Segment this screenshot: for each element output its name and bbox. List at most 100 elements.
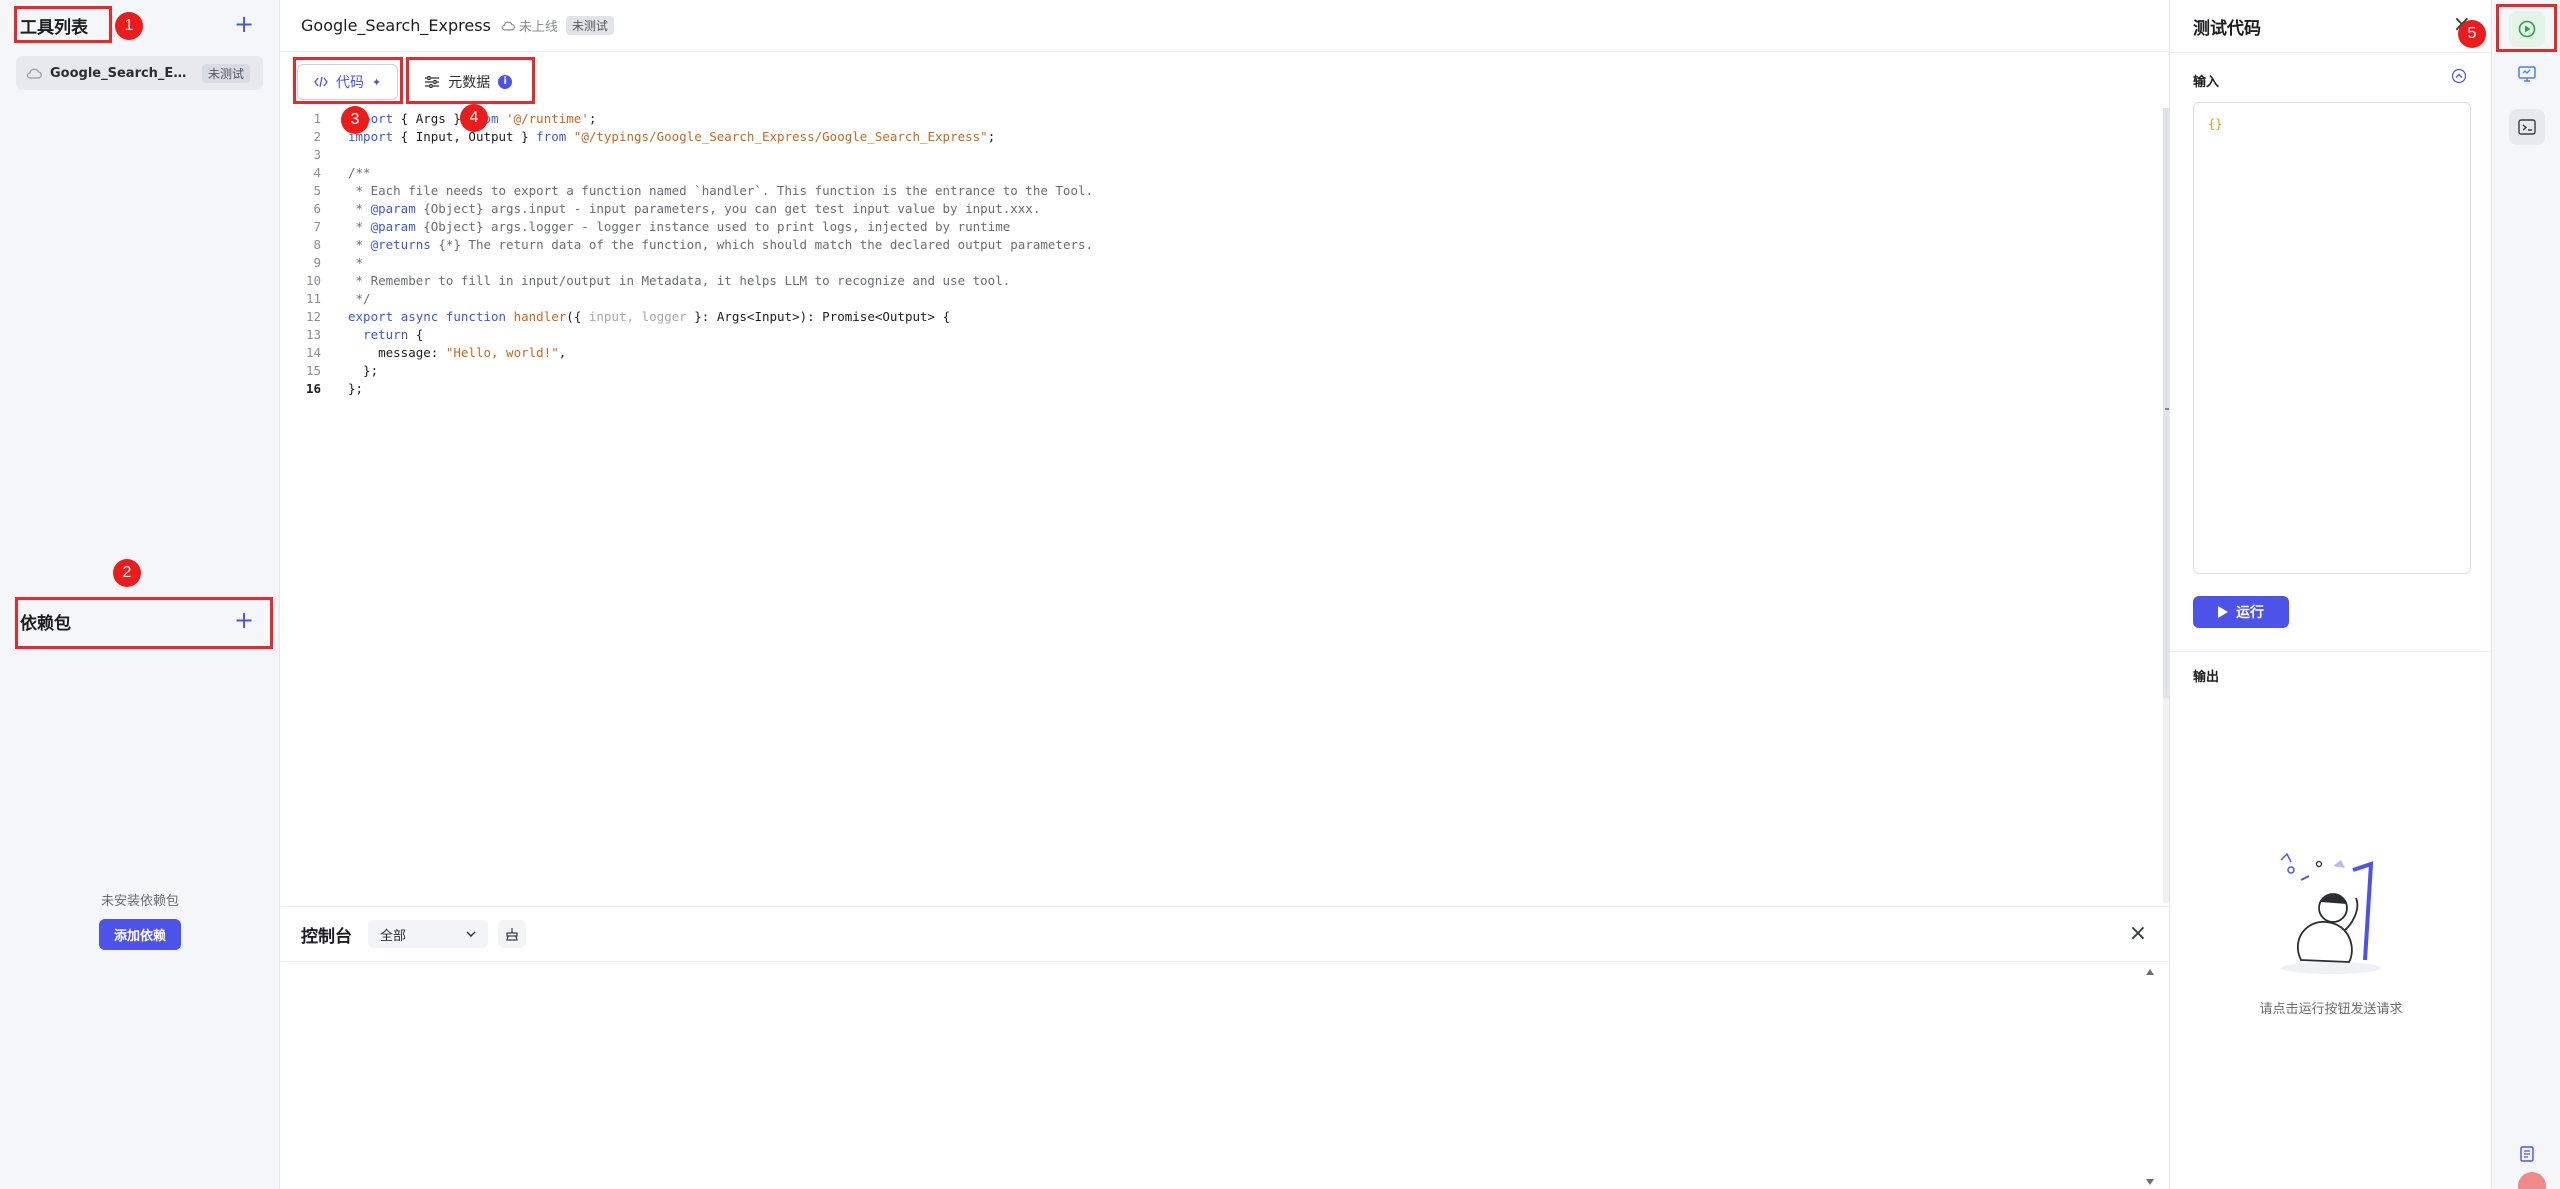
code-token: import [348, 111, 394, 126]
editor-header: Google_Search_Express 未上线 未测试 [281, 0, 2169, 52]
test-panel-title: 测试代码 [2193, 19, 2261, 39]
rail-terminal-button[interactable] [2509, 109, 2545, 145]
add-tool-button[interactable]: + [232, 12, 256, 37]
info-icon: i [498, 75, 513, 89]
code-line[interactable]: 7 * @param {Object} args.logger - logger… [281, 218, 2141, 236]
line-number: 10 [305, 273, 321, 288]
tool-name: Google_Search_Expr... [50, 65, 192, 81]
code-line[interactable]: 2 import { Input, Output } from "@/typing… [281, 128, 2141, 146]
code-text: */ [348, 290, 371, 308]
code-token: * Each file needs to export a function n… [348, 183, 1094, 198]
book-icon [2520, 1146, 2534, 1162]
code-line[interactable]: 12 export async function handler({ input,… [281, 308, 2141, 326]
add-dependency-plus-button[interactable]: + [232, 608, 256, 633]
assistant-avatar[interactable] [2518, 1172, 2546, 1189]
right-icon-rail [2491, 0, 2560, 1189]
code-line[interactable]: 10 * Remember to fill in input/output in… [281, 272, 2141, 290]
code-token: async [400, 309, 439, 324]
tab-metadata-label: 元数据 [448, 75, 491, 91]
code-text: /** [348, 164, 371, 182]
code-line[interactable]: 1 import { Args } from '@/runtime'; [281, 110, 2141, 128]
code-line[interactable]: 15 }; [281, 362, 2141, 380]
add-dependency-button[interactable]: 添加依赖 [98, 919, 181, 950]
console-scrollbar[interactable] [2145, 967, 2155, 1187]
code-token: export [348, 309, 394, 324]
console-filter-select[interactable]: 全部 [368, 920, 488, 948]
code-token: "@/typings/Google_Search_Express/Google_… [573, 129, 988, 144]
line-number: 7 [313, 219, 321, 234]
console-title: 控制台 [301, 926, 352, 947]
code-token: function [445, 309, 507, 324]
code-text: * Each file needs to export a function n… [348, 182, 1094, 200]
test-panel-close-icon[interactable]: × [2453, 14, 2471, 36]
deps-empty-text: 未安装依赖包 [100, 894, 179, 909]
code-text: * @param {Object} args.input - input par… [348, 200, 1041, 218]
code-line[interactable]: 11 */ [281, 290, 2141, 308]
monitor-icon [2518, 66, 2536, 82]
input-label: 输入 [2193, 75, 2220, 90]
code-editor[interactable]: 1 import { Args } from '@/runtime'; 2 impor… [281, 108, 2169, 903]
main-area: Google_Search_Express 未上线 未测试 代码 ✦ 元数据 i… [281, 0, 2169, 1189]
code-line[interactable]: 13 return { [281, 326, 2141, 344]
line-number: 1 [313, 111, 321, 126]
run-button[interactable]: 运行 [2193, 596, 2289, 628]
collapse-icon[interactable] [2451, 68, 2467, 84]
code-token: handler [513, 309, 567, 324]
code-token: ; [987, 129, 996, 144]
code-token: @returns [370, 237, 431, 252]
code-token: * [348, 237, 371, 252]
line-number: 16 [305, 381, 321, 396]
sliders-icon [425, 76, 440, 88]
code-line[interactable]: 4 /** [281, 164, 2141, 182]
code-token: ; [588, 111, 597, 126]
publish-status: 未上线 [501, 16, 558, 35]
tools-section-header: 工具列表 + [0, 0, 280, 50]
test-input-editor[interactable]: {} [2193, 102, 2471, 574]
tab-metadata[interactable]: 元数据 i [408, 64, 528, 100]
code-text: * @param {Object} args.logger - logger i… [348, 218, 1011, 236]
code-token: }; [348, 381, 364, 396]
rail-test-code-button[interactable] [2509, 11, 2545, 47]
deps-empty-state: 未安装依赖包 添加依赖 [0, 890, 280, 950]
cloud-icon [26, 68, 42, 79]
code-token: * [348, 255, 364, 270]
code-text: * Remember to fill in input/output in Me… [348, 272, 1011, 290]
code-token: from [468, 111, 499, 126]
code-line[interactable]: 16}; [281, 380, 2141, 398]
line-number: 15 [305, 363, 321, 378]
run-button-label: 运行 [2236, 605, 2264, 621]
code-text: message: "Hello, world!", [348, 344, 566, 362]
test-status-badge: 未测试 [565, 16, 614, 35]
console-filter-value: 全部 [380, 928, 407, 944]
code-line[interactable]: 3 [281, 146, 2141, 164]
tab-code[interactable]: 代码 ✦ [297, 64, 399, 100]
code-line[interactable]: 14 message: "Hello, world!", [281, 344, 2141, 362]
code-token: */ [348, 291, 371, 306]
code-token: { Args } [393, 111, 469, 126]
line-number: 14 [305, 345, 321, 360]
console-panel: 控制台 全部 × [281, 906, 2169, 1189]
code-text: return { [348, 326, 423, 344]
code-text: export async function handler({ input, l… [348, 308, 950, 326]
console-close-icon[interactable]: × [2127, 923, 2149, 945]
code-token: '@/runtime' [506, 111, 589, 126]
clear-console-button[interactable] [498, 920, 526, 948]
rail-monitor-button[interactable] [2509, 56, 2545, 92]
sparkle-icon: ✦ [372, 75, 382, 89]
play-circle-icon [2518, 20, 2536, 38]
code-line[interactable]: 8 * @returns {*} The return data of the … [281, 236, 2141, 254]
code-line[interactable]: 5 * Each file needs to export a function… [281, 182, 2141, 200]
tool-list-item[interactable]: Google_Search_Expr... 未测试 [16, 56, 263, 90]
code-token: message: [348, 345, 446, 360]
code-token: import [348, 129, 394, 144]
rail-docs-button[interactable] [2509, 1136, 2545, 1172]
code-line[interactable]: 9 * [281, 254, 2141, 272]
terminal-icon [2518, 119, 2536, 135]
code-line[interactable]: 6 * @param {Object} args.input - input p… [281, 200, 2141, 218]
publish-status-text: 未上线 [518, 20, 558, 35]
code-token: {Object} args.logger - logger instance u… [415, 219, 1011, 234]
code-token: "Hello, world!" [445, 345, 559, 360]
